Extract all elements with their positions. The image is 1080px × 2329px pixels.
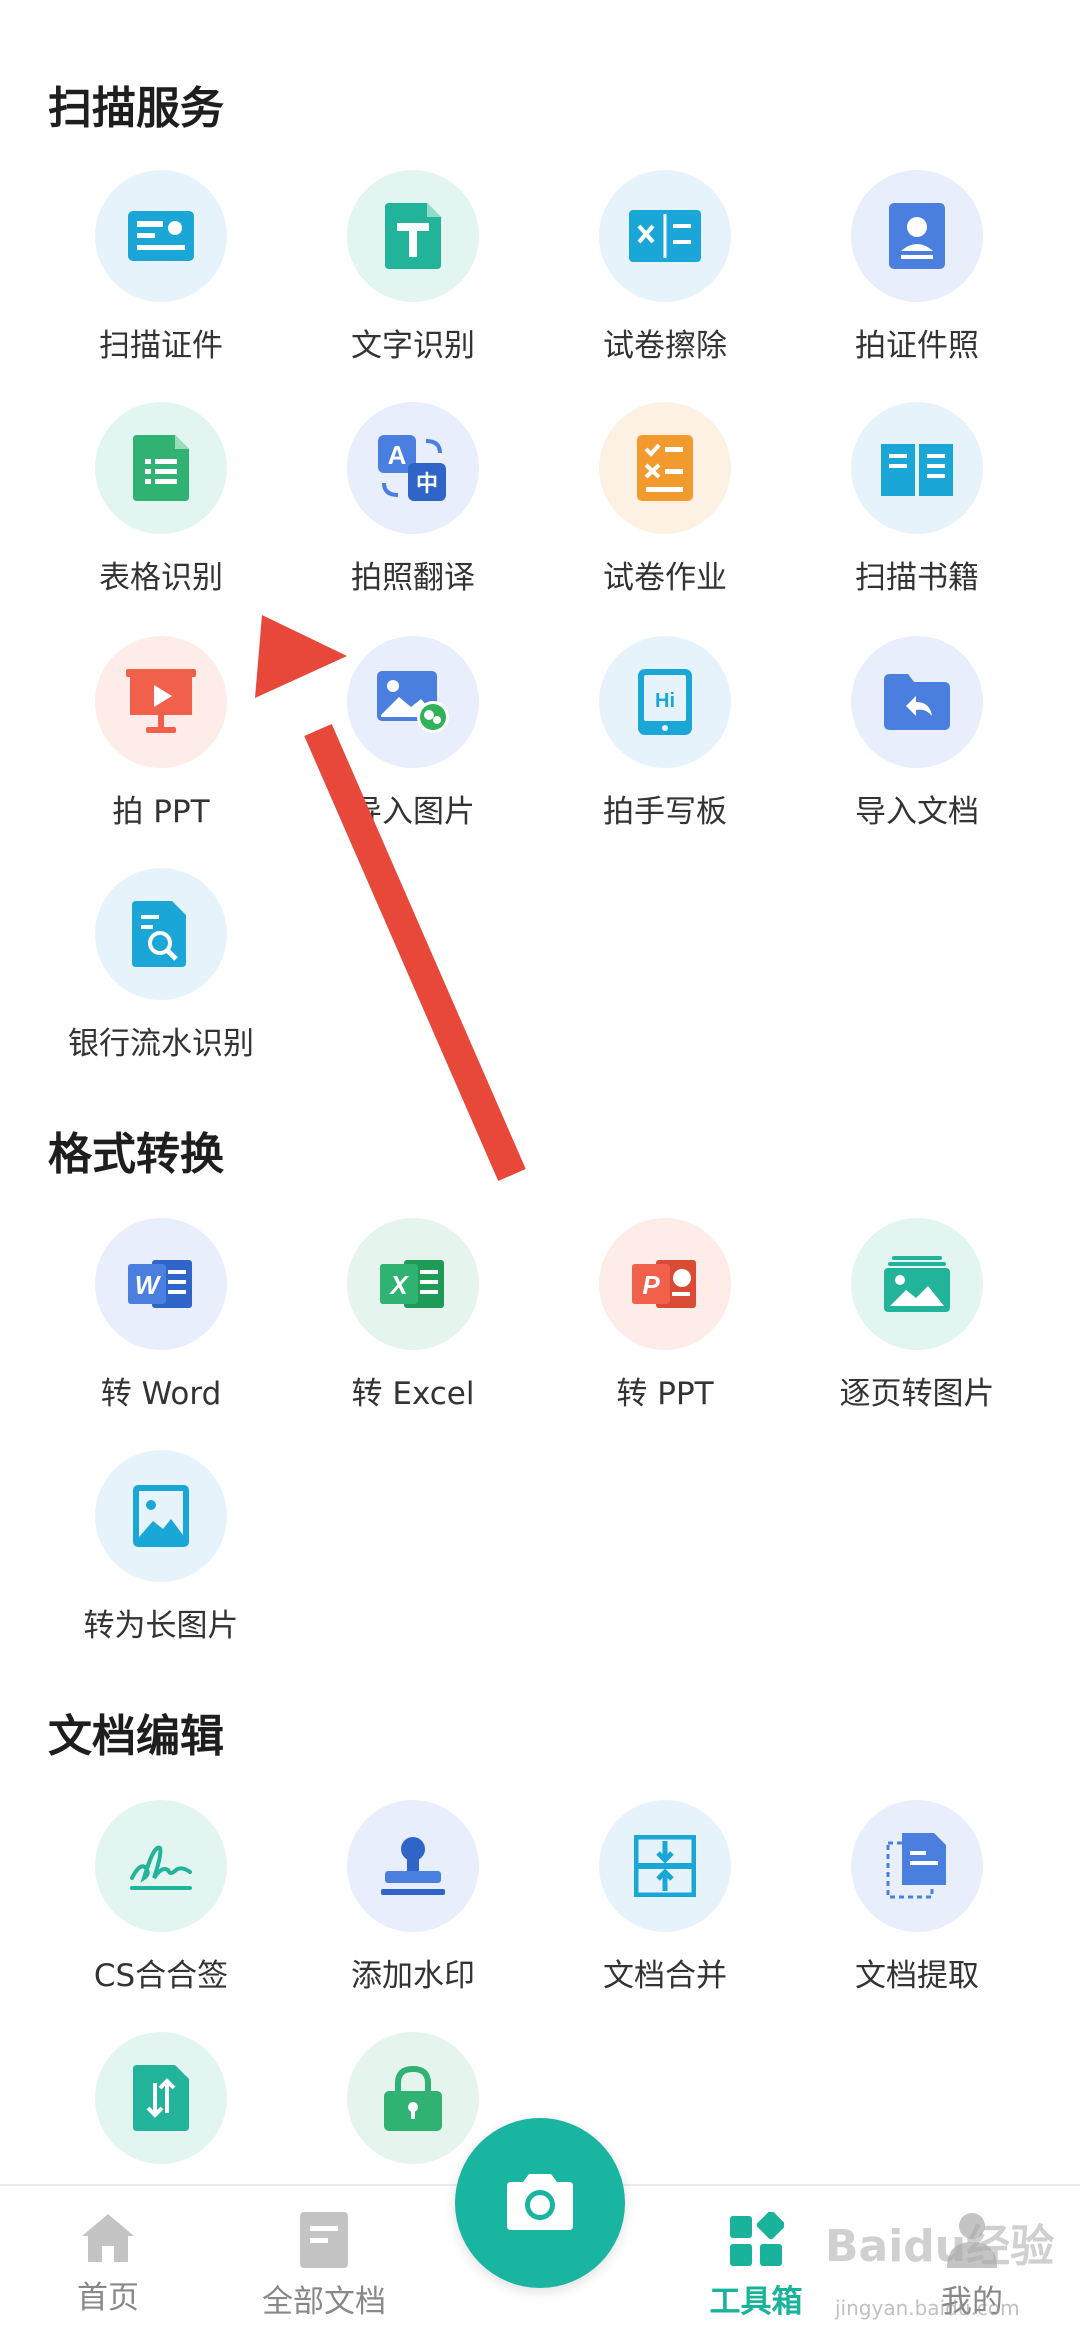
svg-text:X: X <box>388 1270 409 1300</box>
tool-label: CS合合签 <box>93 1958 229 1994</box>
import-folder-icon <box>851 636 983 768</box>
tool-photo-translate[interactable]: A中 拍照翻译 <box>278 402 548 602</box>
tool-text-recognition[interactable]: 文字识别 <box>278 170 548 370</box>
id-photo-icon <box>851 170 983 302</box>
tool-to-word[interactable]: W 转 Word <box>26 1218 296 1418</box>
open-book-icon <box>851 402 983 534</box>
presentation-icon <box>95 636 227 768</box>
id-card-icon <box>95 170 227 302</box>
tool-label: 导入图片 <box>351 794 475 830</box>
tool-pages-to-image[interactable]: 逐页转图片 <box>782 1218 1052 1418</box>
tool-label: 试卷作业 <box>603 560 727 596</box>
stamp-icon <box>347 1800 479 1932</box>
tool-label: 逐页转图片 <box>839 1376 995 1412</box>
svg-text:中: 中 <box>416 472 438 497</box>
camera-icon <box>507 2174 573 2230</box>
tool-scan-id[interactable]: 扫描证件 <box>26 170 296 370</box>
nav-toolbox-label: 工具箱 <box>709 2284 803 2320</box>
tool-merge-document[interactable]: 文档合并 <box>530 1800 800 2000</box>
tool-label: 拍 PPT <box>112 794 210 830</box>
tool-label: 拍证件照 <box>855 328 979 364</box>
tool-label: 转 Excel <box>351 1376 475 1412</box>
document-icon <box>300 2212 348 2268</box>
tool-label: 添加水印 <box>351 1958 475 1994</box>
tool-label: 文字识别 <box>351 328 475 364</box>
tool-label: 拍手写板 <box>603 794 727 830</box>
tool-label: 导入文档 <box>855 794 979 830</box>
nav-all-documents[interactable]: 全部文档 <box>216 2186 432 2329</box>
tool-homework[interactable]: 试卷作业 <box>530 402 800 602</box>
tool-extract-document[interactable]: 文档提取 <box>782 1800 1052 2000</box>
tool-label: 表格识别 <box>99 560 223 596</box>
svg-text:A: A <box>388 440 407 470</box>
tool-scan-book[interactable]: 扫描书籍 <box>782 402 1052 602</box>
tool-to-excel[interactable]: X 转 Excel <box>278 1218 548 1418</box>
pages-to-image-icon <box>851 1218 983 1350</box>
tool-label: 转为长图片 <box>83 1608 239 1644</box>
tool-label: 转 PPT <box>616 1376 714 1412</box>
watermark-url: jingyan.baidu.com <box>835 2296 1020 2320</box>
tablet-icon: Hi <box>599 636 731 768</box>
tool-label: 文档提取 <box>855 1958 979 1994</box>
tool-label: 扫描书籍 <box>855 560 979 596</box>
extract-icon <box>851 1800 983 1932</box>
bank-statement-icon <box>95 868 227 1000</box>
tool-label: 银行流水识别 <box>68 1026 254 1062</box>
tool-table-recognition[interactable]: 表格识别 <box>26 402 296 602</box>
watermark-brand: Baidu经验 <box>825 2221 1055 2272</box>
section-title-scan: 扫描服务 <box>48 83 224 134</box>
translate-icon: A中 <box>347 402 479 534</box>
tool-label: 试卷擦除 <box>603 328 727 364</box>
tool-label: 拍照翻译 <box>351 560 475 596</box>
nav-all-documents-label: 全部文档 <box>262 2284 386 2320</box>
word-icon: W <box>95 1218 227 1350</box>
merge-icon <box>599 1800 731 1932</box>
spreadsheet-icon <box>95 402 227 534</box>
tool-cs-sign[interactable]: CS合合签 <box>26 1800 296 2000</box>
homework-icon <box>599 402 731 534</box>
section-title-convert: 格式转换 <box>48 1129 224 1180</box>
nav-home[interactable]: 首页 <box>0 2186 216 2329</box>
svg-text:Hi: Hi <box>655 690 675 712</box>
tool-handwriting-board[interactable]: Hi 拍手写板 <box>530 636 800 836</box>
erase-book-icon <box>599 170 731 302</box>
svg-text:P: P <box>642 1270 660 1300</box>
signature-icon <box>95 1800 227 1932</box>
toolbox-page: 扫描服务 扫描证件 文字识别 试卷擦除 拍证件照 表格识别 A中 拍照翻译 试卷… <box>0 0 1080 2329</box>
tool-photo-ppt[interactable]: 拍 PPT <box>26 636 296 836</box>
tool-import-image[interactable]: 导入图片 <box>278 636 548 836</box>
tool-bank-statement[interactable]: 银行流水识别 <box>26 868 296 1068</box>
tool-import-document[interactable]: 导入文档 <box>782 636 1052 836</box>
text-t-icon <box>347 170 479 302</box>
home-icon <box>82 2214 134 2262</box>
ppt-icon: P <box>599 1218 731 1350</box>
tool-id-photo[interactable]: 拍证件照 <box>782 170 1052 370</box>
nav-home-label: 首页 <box>77 2280 139 2316</box>
toolbox-icon <box>730 2212 784 2266</box>
tool-to-long-image[interactable]: 转为长图片 <box>26 1450 296 1650</box>
tool-add-watermark[interactable]: 添加水印 <box>278 1800 548 2000</box>
tool-label: 文档合并 <box>603 1958 727 1994</box>
long-image-icon <box>95 1450 227 1582</box>
excel-icon: X <box>347 1218 479 1350</box>
tool-label: 扫描证件 <box>99 328 223 364</box>
lock-icon <box>347 2032 479 2164</box>
sort-document-icon <box>95 2032 227 2164</box>
tool-erase-exam[interactable]: 试卷擦除 <box>530 170 800 370</box>
camera-button[interactable] <box>455 2118 625 2288</box>
section-title-edit: 文档编辑 <box>48 1711 224 1762</box>
tool-to-ppt[interactable]: P 转 PPT <box>530 1218 800 1418</box>
tool-label: 转 Word <box>100 1376 222 1412</box>
import-image-icon <box>347 636 479 768</box>
svg-text:W: W <box>135 1270 162 1300</box>
